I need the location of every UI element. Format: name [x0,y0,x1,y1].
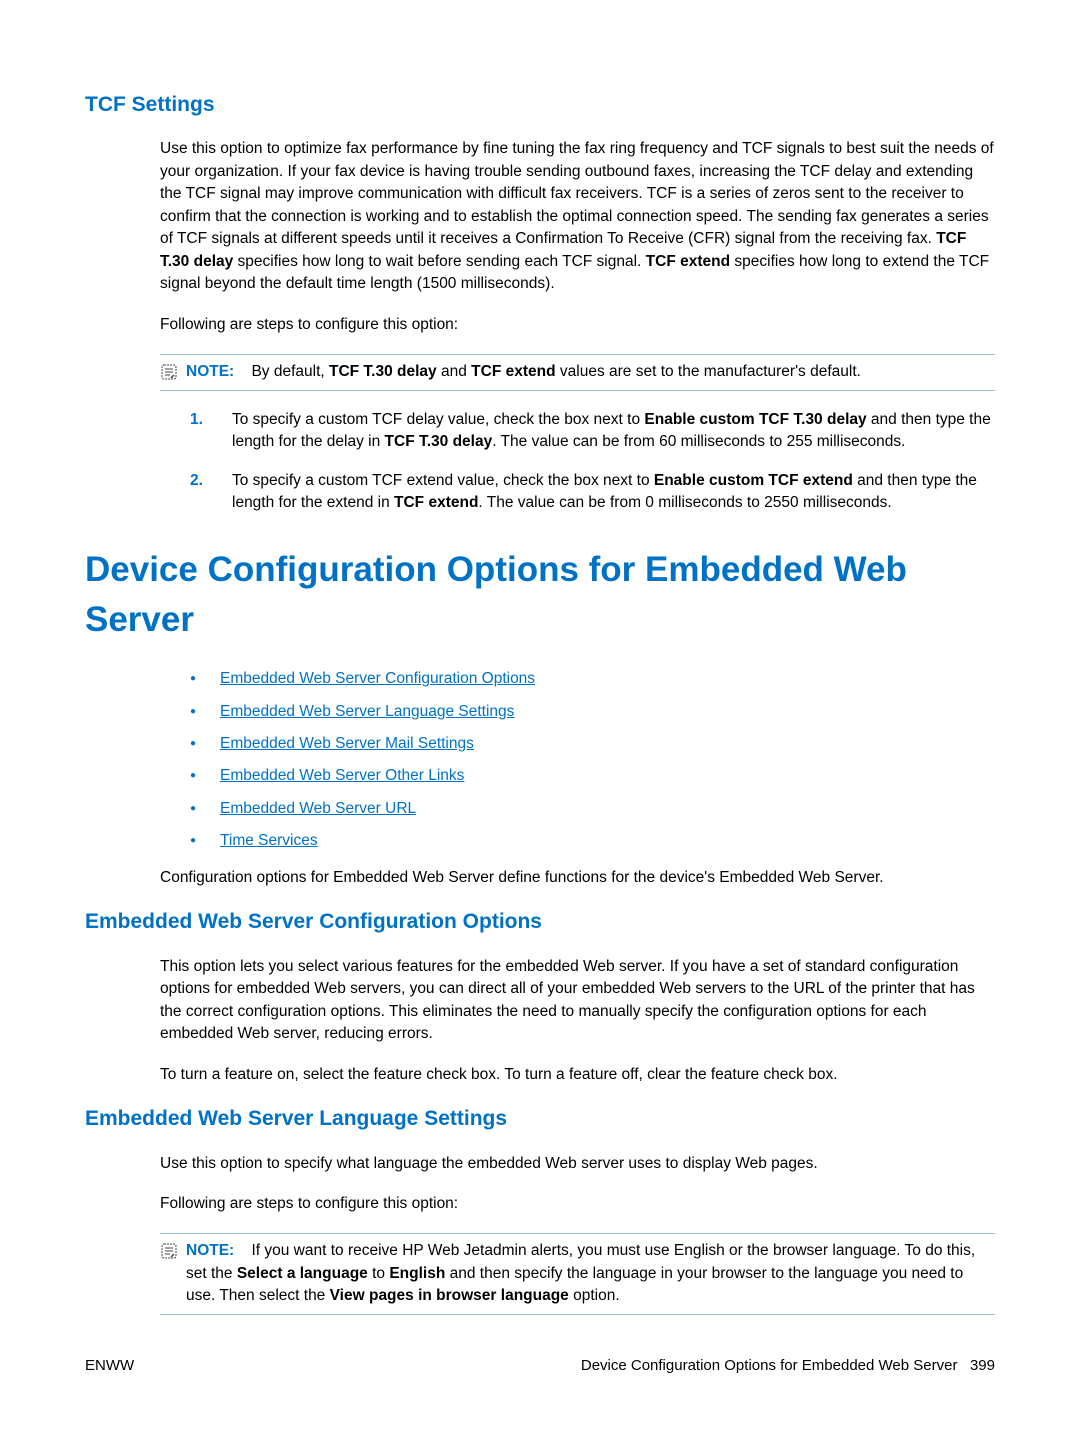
footer-left: ENWW [85,1355,134,1377]
heading-ews-language: Embedded Web Server Language Settings [85,1104,995,1134]
page-footer: ENWW Device Configuration Options for Em… [85,1355,995,1377]
ews-config-para2: To turn a feature on, select the feature… [160,1064,995,1086]
text: option. [569,1287,620,1304]
bold-text: TCF T.30 delay [385,433,493,450]
link-ews-config[interactable]: Embedded Web Server Configuration Option… [220,670,535,687]
ews-intro-paragraph: Configuration options for Embedded Web S… [160,867,995,889]
page-number: 399 [970,1357,995,1374]
ews-config-para1: This option lets you select various feat… [160,956,995,1046]
bold-text: English [389,1265,445,1282]
note-box: NOTE: If you want to receive HP Web Jeta… [160,1233,995,1314]
tcf-steps-list: To specify a custom TCF delay value, che… [190,409,995,515]
link-ews-other[interactable]: Embedded Web Server Other Links [220,767,464,784]
text: values are set to the manufacturer's def… [556,363,861,380]
list-item: To specify a custom TCF delay value, che… [190,409,995,454]
text: . The value can be from 60 milliseconds … [492,433,905,450]
text: specifies how long to wait before sendin… [233,253,645,270]
text: To specify a custom TCF extend value, ch… [232,472,654,489]
list-item: Embedded Web Server URL [190,798,995,820]
text: By default, [251,363,329,380]
link-time-services[interactable]: Time Services [220,832,318,849]
link-ews-url[interactable]: Embedded Web Server URL [220,800,416,817]
note-icon [160,1242,178,1260]
note-icon [160,363,178,381]
footer-right: Device Configuration Options for Embedde… [581,1355,995,1377]
list-item: Time Services [190,830,995,852]
bold-text: TCF extend [646,253,730,270]
text: To specify a custom TCF delay value, che… [232,411,644,428]
links-list: Embedded Web Server Configuration Option… [190,668,995,853]
bold-text: TCF extend [471,363,555,380]
text: and [437,363,471,380]
list-item: Embedded Web Server Configuration Option… [190,668,995,690]
text [239,1242,252,1259]
list-item: To specify a custom TCF extend value, ch… [190,470,995,515]
text: Use this option to optimize fax performa… [160,140,994,247]
tcf-intro-paragraph: Use this option to optimize fax performa… [160,138,995,295]
text [239,363,252,380]
link-ews-language[interactable]: Embedded Web Server Language Settings [220,703,514,720]
bold-text: Select a language [237,1265,368,1282]
heading-ews-config-options: Embedded Web Server Configuration Option… [85,907,995,937]
bold-text: TCF T.30 delay [329,363,437,380]
text: to [368,1265,390,1282]
footer-section-title: Device Configuration Options for Embedde… [581,1357,958,1374]
note-box: NOTE: By default, TCF T.30 delay and TCF… [160,354,995,390]
note-label: NOTE: [186,1242,234,1259]
bold-text: TCF extend [394,494,478,511]
heading-tcf-settings: TCF Settings [85,90,995,120]
ews-lang-para1: Use this option to specify what language… [160,1153,995,1175]
note-label: NOTE: [186,363,234,380]
bold-text: Enable custom TCF T.30 delay [644,411,866,428]
tcf-steps-intro: Following are steps to configure this op… [160,314,995,336]
list-item: Embedded Web Server Other Links [190,765,995,787]
text: . The value can be from 0 milliseconds t… [478,494,891,511]
heading-device-config: Device Configuration Options for Embedde… [85,545,995,647]
list-item: Embedded Web Server Mail Settings [190,733,995,755]
bold-text: View pages in browser language [330,1287,569,1304]
bold-text: Enable custom TCF extend [654,472,853,489]
ews-lang-para2: Following are steps to configure this op… [160,1193,995,1215]
link-ews-mail[interactable]: Embedded Web Server Mail Settings [220,735,474,752]
list-item: Embedded Web Server Language Settings [190,701,995,723]
